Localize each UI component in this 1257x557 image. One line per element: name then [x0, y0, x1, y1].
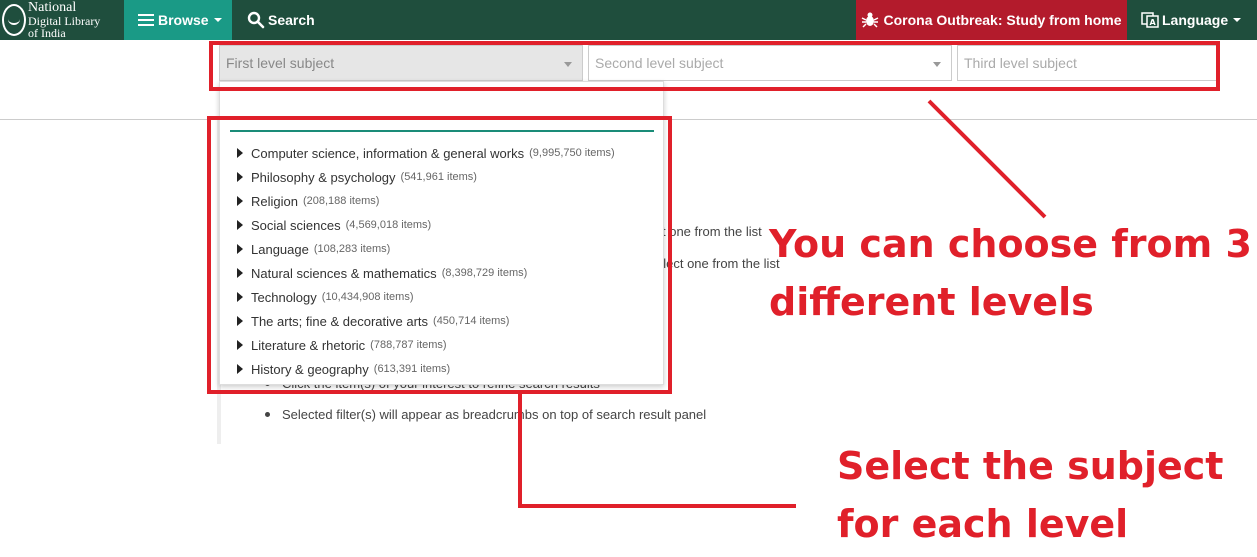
annotation-levels-line-2: different levels	[769, 280, 1094, 324]
annotation-line-elbow	[518, 394, 796, 508]
annotation-select-line-1: Select the subject	[837, 444, 1224, 488]
annotation-levels-line-1: You can choose from 3	[769, 222, 1252, 266]
annotation-line-diagonal	[927, 99, 1047, 219]
annotation-select-line-2: for each level	[837, 502, 1129, 546]
